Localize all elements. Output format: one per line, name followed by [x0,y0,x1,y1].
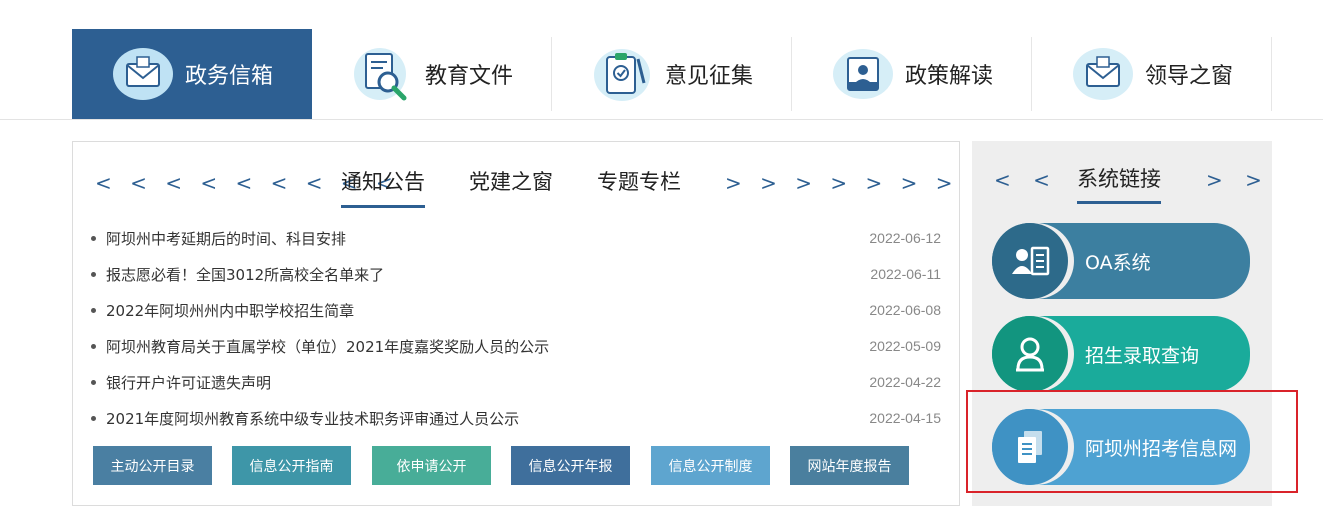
bullet-icon [91,379,96,385]
list-item[interactable]: 阿坝州教育局关于直属学校（单位）2021年度嘉奖奖励人员的公示 2022-05-… [91,328,941,364]
tab-policy-interpretation[interactable]: 政策解读 [792,29,1032,119]
bullet-icon [91,415,96,421]
tab-label: 意见征集 [664,64,753,89]
website-annual-report-button[interactable]: 网站年度报告 [790,446,909,485]
panel-title: 系统链接 [1077,163,1161,204]
disclosure-system-button[interactable]: 信息公开制度 [651,446,770,485]
link-label: 阿坝州招考信息网 [1085,437,1238,460]
document-search-icon [351,46,415,102]
list-item[interactable]: 银行开户许可证遗失声明 2022-04-22 [91,364,941,400]
bullet-icon [91,235,96,241]
news-title[interactable]: 阿坝州教育局关于直属学校（单位）2021年度嘉奖奖励人员的公示 [106,336,549,357]
top-nav: 政务信箱 教育文件 意见征集 政策解读 领导之窗 [0,0,1323,120]
bullet-icon [91,271,96,277]
active-disclosure-catalog-button[interactable]: 主动公开目录 [93,446,212,485]
clipboard-check-icon [591,46,655,102]
news-title[interactable]: 报志愿必看！全国3012所高校全名单来了 [106,264,384,285]
news-list: 阿坝州中考延期后的时间、科目安排 2022-06-12 报志愿必看！全国3012… [91,220,941,436]
news-title[interactable]: 2022年阿坝州州内中职学校招生简章 [106,300,354,321]
tab-label: 教育文件 [424,64,513,89]
list-item[interactable]: 报志愿必看！全国3012所高校全名单来了 2022-06-11 [91,256,941,292]
news-date: 2022-06-12 [869,230,941,246]
disclosure-annual-report-button[interactable]: 信息公开年报 [511,446,630,485]
tab-label: 政务信箱 [184,64,273,89]
tab-party-building[interactable]: 党建之窗 [469,166,553,205]
tab-education-files[interactable]: 教育文件 [312,29,552,119]
tab-leaders-window[interactable]: 领导之窗 [1032,29,1272,119]
news-title[interactable]: 银行开户许可证遗失声明 [106,372,271,393]
user-card-icon [992,223,1068,299]
list-item[interactable]: 2021年度阿坝州教育系统中级专业技术职务评审通过人员公示 2022-04-15 [91,400,941,436]
documents-icon [992,409,1068,485]
link-label: OA系统 [1085,251,1151,274]
bullet-icon [91,343,96,349]
news-date: 2022-06-11 [870,266,941,282]
tab-special-topics[interactable]: 专题专栏 [597,166,681,205]
list-item[interactable]: 2022年阿坝州州内中职学校招生简章 2022-06-08 [91,292,941,328]
envelope-icon [1071,46,1135,102]
bullet-icon [91,307,96,313]
news-panel: < < < < < < < < < 通知公告 党建之窗 专题专栏 > > > >… [72,141,1023,506]
admission-query-link[interactable]: 招生录取查询 [992,316,1250,392]
tab-label: 领导之窗 [1144,64,1233,89]
system-links-panel: < < 系统链接 > > OA系统 招生录取查询 阿坝州招考信息网 [972,141,1272,506]
list-item[interactable]: 阿坝州中考延期后的时间、科目安排 2022-06-12 [91,220,941,256]
news-date: 2022-04-15 [869,410,941,426]
news-title[interactable]: 阿坝州中考延期后的时间、科目安排 [106,228,346,249]
id-card-icon [831,46,895,102]
envelope-icon [111,46,175,102]
aba-exam-info-link[interactable]: 阿坝州招考信息网 [992,409,1250,485]
tab-opinion-collection[interactable]: 意见征集 [552,29,792,119]
tab-label: 政策解读 [904,64,993,89]
news-title[interactable]: 2021年度阿坝州教育系统中级专业技术职务评审通过人员公示 [106,408,519,429]
scroll-right-arrows[interactable]: > > [1206,168,1270,192]
tab-mailbox[interactable]: 政务信箱 [72,29,312,119]
link-label: 招生录取查询 [1085,344,1200,367]
scroll-left-arrows[interactable]: < < [994,168,1058,192]
news-date: 2022-04-22 [869,374,941,390]
person-icon [992,316,1068,392]
oa-system-link[interactable]: OA系统 [992,223,1250,299]
disclosure-on-request-button[interactable]: 依申请公开 [372,446,491,485]
divider [1271,37,1272,111]
news-date: 2022-05-09 [869,338,941,354]
news-date: 2022-06-08 [869,302,941,318]
disclosure-guide-button[interactable]: 信息公开指南 [232,446,351,485]
tab-notices[interactable]: 通知公告 [341,166,425,208]
